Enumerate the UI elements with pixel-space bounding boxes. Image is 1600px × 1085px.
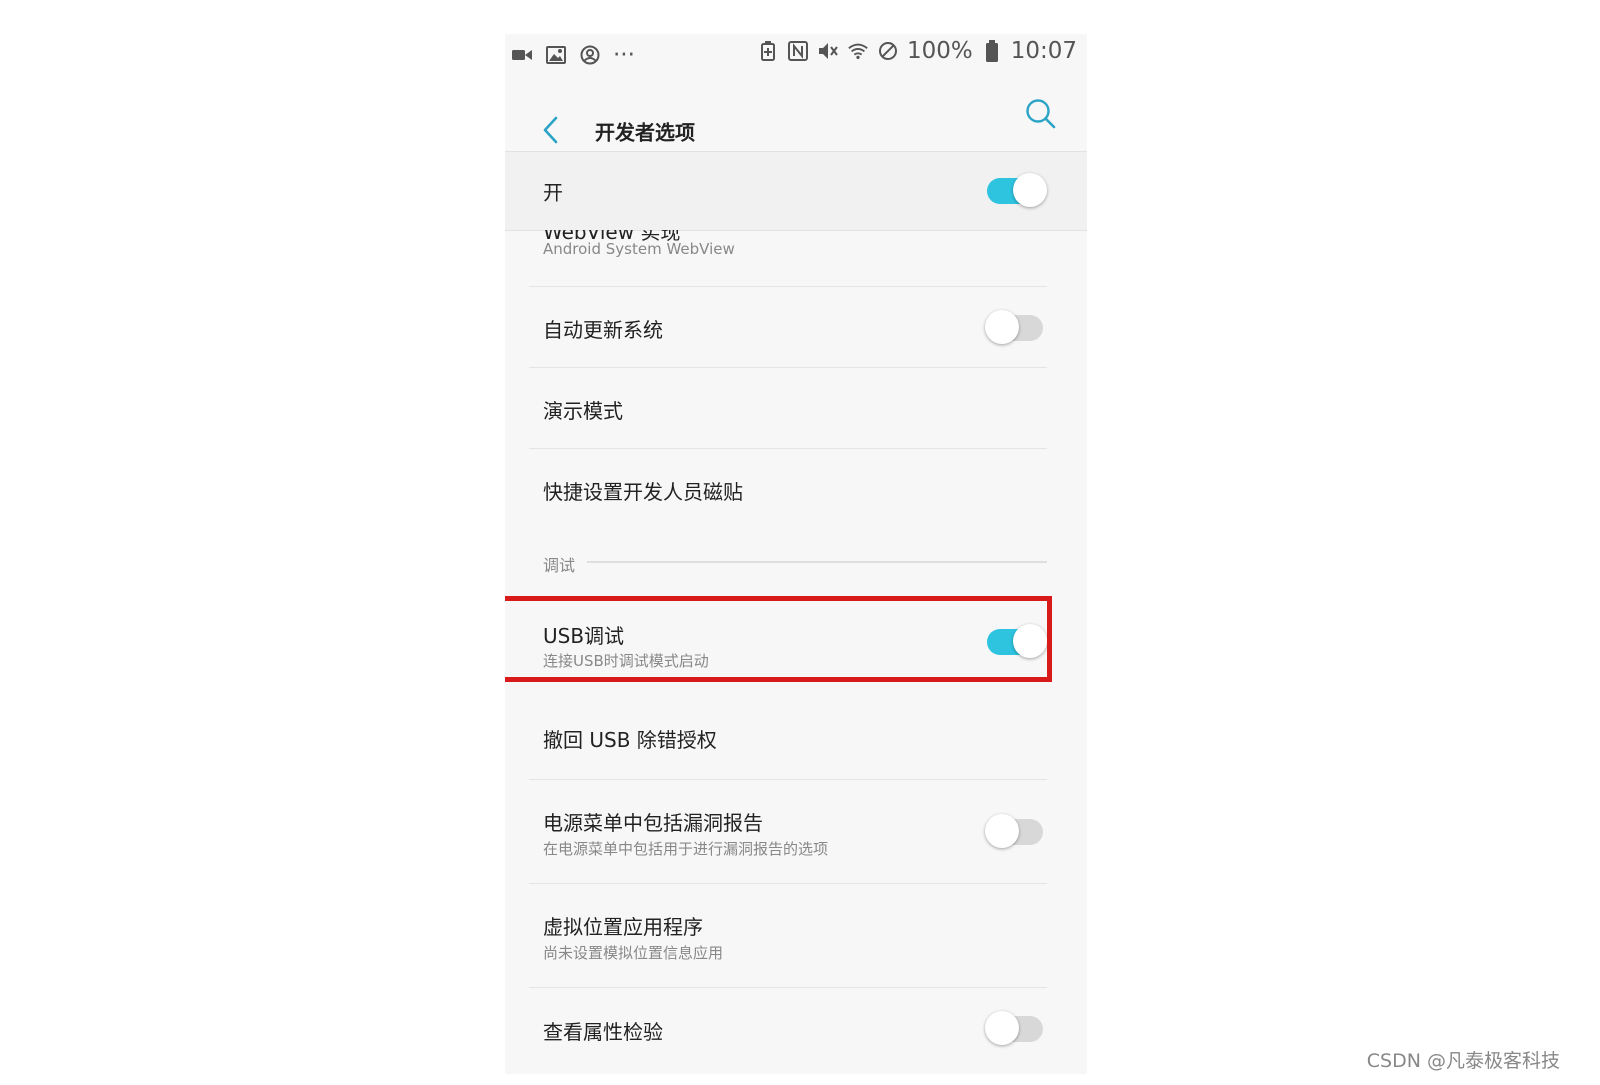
image-icon bbox=[545, 43, 567, 67]
toggle-knob bbox=[985, 310, 1019, 344]
developer-options-master-switch-row[interactable]: 开 bbox=[505, 151, 1087, 231]
battery-percent: 100% bbox=[906, 38, 973, 64]
section-header-debug: 调试 bbox=[543, 556, 576, 575]
usb-debugging-subtitle: 连接USB时调试模式启动 bbox=[543, 652, 709, 670]
account-circle-icon bbox=[579, 43, 601, 67]
usb-debugging-toggle[interactable] bbox=[987, 624, 1047, 658]
webview-row[interactable]: WebView 实现 Android System WebView bbox=[505, 230, 1087, 286]
auto-update-row[interactable]: 自动更新系统 bbox=[505, 287, 1087, 367]
master-switch-label: 开 bbox=[543, 180, 563, 205]
battery-saver-icon bbox=[757, 39, 779, 63]
quick-tiles-title: 快捷设置开发人员磁贴 bbox=[543, 480, 743, 504]
page-title: 开发者选项 bbox=[595, 120, 695, 145]
toggle-knob bbox=[1013, 624, 1047, 658]
bug-report-row[interactable]: 电源菜单中包括漏洞报告 在电源菜单中包括用于进行漏洞报告的选项 bbox=[505, 780, 1087, 883]
search-icon bbox=[1026, 99, 1056, 129]
webview-subtitle: Android System WebView bbox=[543, 240, 735, 258]
chevron-left-icon bbox=[543, 116, 558, 144]
battery-icon bbox=[981, 39, 1003, 63]
wifi-icon bbox=[847, 39, 869, 63]
toggle-knob bbox=[985, 814, 1019, 848]
master-toggle[interactable] bbox=[987, 173, 1047, 207]
view-attribute-title: 查看属性检验 bbox=[543, 1020, 663, 1044]
do-not-disturb-icon bbox=[877, 39, 899, 63]
nfc-icon bbox=[787, 39, 809, 63]
auto-update-toggle[interactable] bbox=[985, 310, 1045, 344]
quick-tiles-row[interactable]: 快捷设置开发人员磁贴 bbox=[505, 449, 1087, 529]
bug-report-title: 电源菜单中包括漏洞报告 bbox=[543, 811, 763, 835]
mock-location-title: 虚拟位置应用程序 bbox=[543, 915, 703, 939]
usb-debugging-title: USB调试 bbox=[543, 624, 625, 648]
status-bar: ··· 100% 10:07 bbox=[505, 34, 1087, 74]
toggle-knob bbox=[1013, 173, 1047, 207]
watermark: CSDN @凡泰极客科技 bbox=[1366, 1050, 1560, 1072]
demo-mode-title: 演示模式 bbox=[543, 399, 623, 423]
mute-icon bbox=[817, 39, 839, 63]
phone-screen: ··· 100% 10:07 开发者选项 开 WebView 实现 Androi… bbox=[505, 34, 1087, 1074]
view-attribute-toggle[interactable] bbox=[985, 1011, 1045, 1045]
more-dots-icon: ··· bbox=[613, 42, 635, 68]
clock: 10:07 bbox=[1010, 38, 1077, 64]
mock-location-row[interactable]: 虚拟位置应用程序 尚未设置模拟位置信息应用 bbox=[505, 884, 1087, 987]
mock-location-subtitle: 尚未设置模拟位置信息应用 bbox=[543, 944, 724, 962]
demo-mode-row[interactable]: 演示模式 bbox=[505, 368, 1087, 448]
section-divider bbox=[587, 561, 1047, 563]
video-camera-icon bbox=[511, 43, 533, 67]
status-bar-right: 100% 10:07 bbox=[757, 38, 1077, 64]
auto-update-title: 自动更新系统 bbox=[543, 318, 663, 342]
revoke-usb-title: 撤回 USB 除错授权 bbox=[543, 728, 717, 752]
view-attribute-row[interactable]: 查看属性检验 bbox=[505, 988, 1087, 1074]
search-button[interactable] bbox=[1019, 92, 1063, 136]
status-bar-left: ··· bbox=[511, 42, 635, 68]
usb-debugging-row[interactable]: USB调试 连接USB时调试模式启动 bbox=[505, 600, 1087, 678]
bug-report-subtitle: 在电源菜单中包括用于进行漏洞报告的选项 bbox=[543, 840, 829, 858]
bug-report-toggle[interactable] bbox=[985, 814, 1045, 848]
toggle-knob bbox=[985, 1011, 1019, 1045]
revoke-usb-row[interactable]: 撤回 USB 除错授权 bbox=[505, 699, 1087, 779]
